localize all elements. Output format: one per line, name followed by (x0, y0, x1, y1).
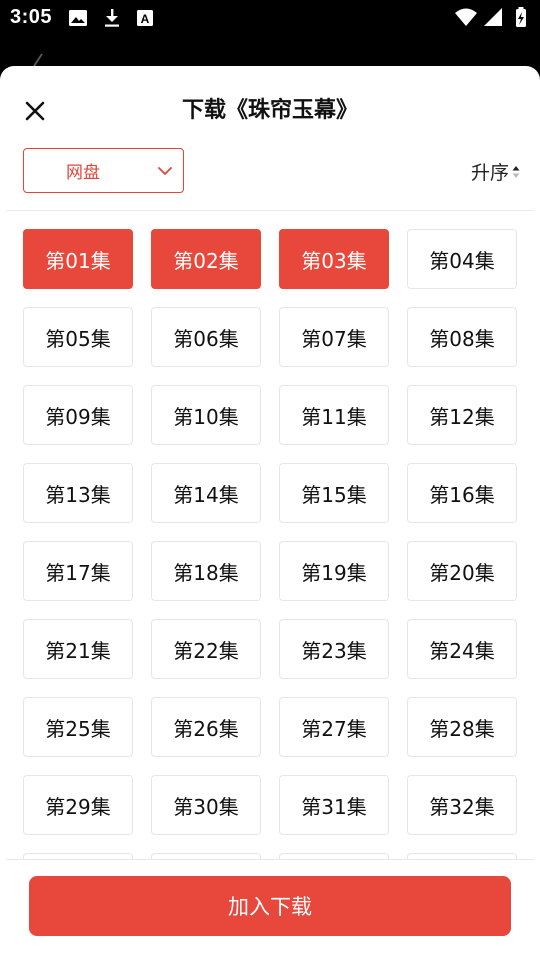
battery-charging-icon (516, 7, 526, 27)
episode-item[interactable]: 第08集 (407, 307, 517, 367)
source-select[interactable]: 网盘 (23, 148, 184, 193)
episode-item[interactable]: 第04集 (407, 229, 517, 289)
episode-scroll-area[interactable]: 第01集 第02集 第03集 第04集第05集 第06集 第07集 第08集第09集 第10集… (0, 211, 540, 859)
episode-item[interactable]: 第25集 (23, 697, 133, 757)
sort-toggle[interactable]: 升序 (471, 158, 520, 185)
episode-item[interactable]: 第15集 (279, 463, 389, 523)
add-download-button[interactable]: 加入下载 (29, 876, 511, 936)
episode-item[interactable]: 第27集 (279, 697, 389, 757)
episode-item[interactable]: 第01集 (23, 229, 133, 289)
episode-item[interactable]: 第16集 (407, 463, 517, 523)
episode-item[interactable]: 第30集 (151, 775, 261, 835)
episode-item[interactable]: 第19集 (279, 541, 389, 601)
episode-item[interactable]: 第22集 (151, 619, 261, 679)
episode-item[interactable]: 第32集 (407, 775, 517, 835)
episode-item[interactable]: 第17集 (23, 541, 133, 601)
download-icon (102, 8, 122, 32)
episode-item[interactable]: 第05集 (23, 307, 133, 367)
cellular-icon (484, 8, 502, 26)
source-select-value: 网盘 (66, 163, 100, 183)
text-a-icon: A (135, 8, 155, 32)
sort-arrows-icon (512, 165, 520, 179)
episode-item[interactable]: 第09集 (23, 385, 133, 445)
episode-item[interactable]: 第28集 (407, 697, 517, 757)
episode-item[interactable]: 第11集 (279, 385, 389, 445)
episode-item[interactable]: 第23集 (279, 619, 389, 679)
sheet-title: 下载《珠帘玉幕》 (181, 98, 358, 123)
episode-item[interactable]: 第18集 (151, 541, 261, 601)
chevron-down-icon (157, 163, 173, 183)
episode-item[interactable]: 第24集 (407, 619, 517, 679)
episode-item[interactable]: 第13集 (23, 463, 133, 523)
status-bar: 3:05 A (0, 0, 540, 36)
download-sheet: 下载《珠帘玉幕》 网盘 升序 第01集 第02集 第03集 第04集 第05集 第06集第… (0, 66, 540, 960)
episode-item[interactable]: 第07集 (279, 307, 389, 367)
image-icon (68, 8, 88, 32)
status-time: 3:05 (10, 6, 53, 28)
episode-item[interactable]: 第03集 (279, 229, 389, 289)
episode-item[interactable]: 第06集 (151, 307, 261, 367)
episode-item[interactable]: 第20集 (407, 541, 517, 601)
wifi-icon (455, 8, 477, 26)
episode-item[interactable]: 第31集 (279, 775, 389, 835)
episode-item[interactable]: 第02集 (151, 229, 261, 289)
episode-item[interactable]: 第29集 (23, 775, 133, 835)
episode-item[interactable]: 第14集 (151, 463, 261, 523)
episode-grid: 第01集 第02集 第03集 第04集第05集 第06集 第07集 第08集第09集 第10集… (23, 229, 517, 859)
footer-divider (6, 859, 534, 860)
svg-text:A: A (141, 12, 150, 26)
status-right-icons (454, 7, 530, 33)
episode-item[interactable]: 第10集 (151, 385, 261, 445)
episode-item[interactable]: 第12集 (407, 385, 517, 445)
episode-item[interactable]: 第26集 (151, 697, 261, 757)
sort-label: 升序 (470, 162, 509, 184)
episode-item[interactable]: 第21集 (23, 619, 133, 679)
